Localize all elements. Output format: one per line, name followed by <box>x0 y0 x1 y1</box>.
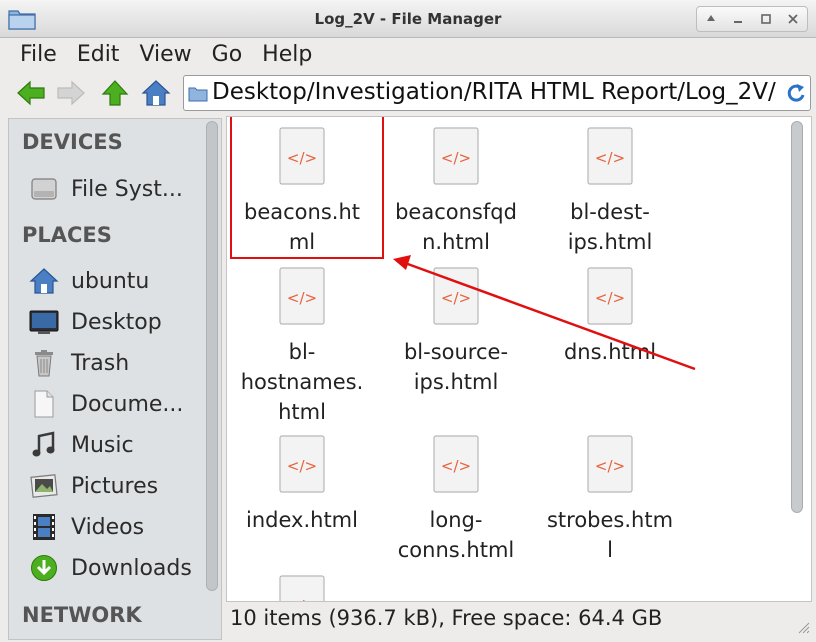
menu-bar: File Edit View Go Help <box>0 38 816 70</box>
document-icon <box>29 389 59 419</box>
maximize-icon <box>760 14 771 24</box>
sidebar-item-music[interactable]: Music <box>29 427 219 463</box>
sidebar-item-trash[interactable]: Trash <box>29 345 219 381</box>
minimize-icon <box>734 21 743 23</box>
sidebar-item-label: Pictures <box>71 473 159 499</box>
sidebar-item-documents[interactable]: Docume... <box>29 386 219 422</box>
sidebar-item-filesystem[interactable]: File Syst... <box>29 171 219 207</box>
up-arrow-icon <box>706 15 715 21</box>
network-header: NETWORK <box>22 603 142 627</box>
file-manager-window: Log_2V - File Manager File Edit View Go … <box>0 0 816 642</box>
window-title: Log_2V - File Manager <box>314 10 502 28</box>
sidebar-item-pictures[interactable]: Pictures <box>29 468 219 504</box>
maximize-button[interactable] <box>756 9 776 29</box>
sidebar-item-label: ubuntu <box>71 268 150 294</box>
window-controls <box>696 6 808 32</box>
side-pane: DEVICES File Syst... PLACES ubuntu Deskt… <box>8 118 222 640</box>
annotation-arrow <box>393 255 696 371</box>
title-bar[interactable]: Log_2V - File Manager <box>0 0 816 38</box>
sidebar-item-videos[interactable]: Videos <box>29 509 219 545</box>
home-button[interactable] <box>141 78 171 108</box>
folder-icon <box>188 86 208 106</box>
back-button[interactable] <box>16 78 46 108</box>
sidebar-item-label: Desktop <box>71 309 162 335</box>
sidebar-item-ubuntu[interactable]: ubuntu <box>29 263 219 299</box>
status-bar: 10 items (936.7 kB), Free space: 64.4 GB <box>226 602 816 640</box>
resize-grip-icon[interactable] <box>796 619 810 638</box>
videos-icon <box>29 512 59 542</box>
up-button[interactable] <box>100 78 130 108</box>
menu-edit[interactable]: Edit <box>77 42 120 67</box>
pictures-icon <box>29 471 59 501</box>
home-icon <box>29 266 59 296</box>
sidebar-item-label: Downloads <box>71 555 192 581</box>
menu-view[interactable]: View <box>139 42 191 67</box>
minimize-button[interactable] <box>728 9 748 29</box>
back-arrow-icon <box>17 80 45 106</box>
devices-header: DEVICES <box>22 130 123 154</box>
desktop-icon <box>29 307 59 337</box>
sidebar-item-desktop[interactable]: Desktop <box>29 304 219 340</box>
toolbar: Desktop/Investigation/RITA HTML Report/L… <box>0 72 816 114</box>
status-text: 10 items (936.7 kB), Free space: 64.4 GB <box>230 606 663 630</box>
sidebar-scrollbar[interactable] <box>206 121 218 591</box>
drive-icon <box>29 174 59 204</box>
sidebar-item-label: Trash <box>71 350 130 376</box>
sidebar-item-downloads[interactable]: Downloads <box>29 550 219 586</box>
home-icon <box>141 80 171 106</box>
downloads-icon <box>29 553 59 583</box>
menu-help[interactable]: Help <box>262 42 312 67</box>
file-view: </> beacons.ht ml </> beaconsfqd n.html </> bl-… <box>226 116 812 602</box>
places-header: PLACES <box>22 223 112 247</box>
location-path: Desktop/Investigation/RITA HTML Report/L… <box>212 79 776 105</box>
trash-icon <box>29 348 59 378</box>
close-button[interactable] <box>783 9 803 29</box>
reload-icon[interactable] <box>786 82 806 108</box>
music-icon <box>29 430 59 460</box>
menu-file[interactable]: File <box>20 42 57 67</box>
sidebar-item-label: Music <box>71 432 134 458</box>
menu-go[interactable]: Go <box>212 42 243 67</box>
close-icon <box>788 14 798 24</box>
forward-arrow-icon <box>57 80 85 106</box>
sidebar-item-label: Docume... <box>71 391 184 417</box>
forward-button[interactable] <box>56 78 86 108</box>
sticky-button[interactable] <box>701 9 721 29</box>
sidebar-item-label: Videos <box>71 514 145 540</box>
up-arrow-icon <box>101 80 129 106</box>
location-bar[interactable]: Desktop/Investigation/RITA HTML Report/L… <box>183 75 811 111</box>
sidebar-item-label: File Syst... <box>71 176 183 202</box>
